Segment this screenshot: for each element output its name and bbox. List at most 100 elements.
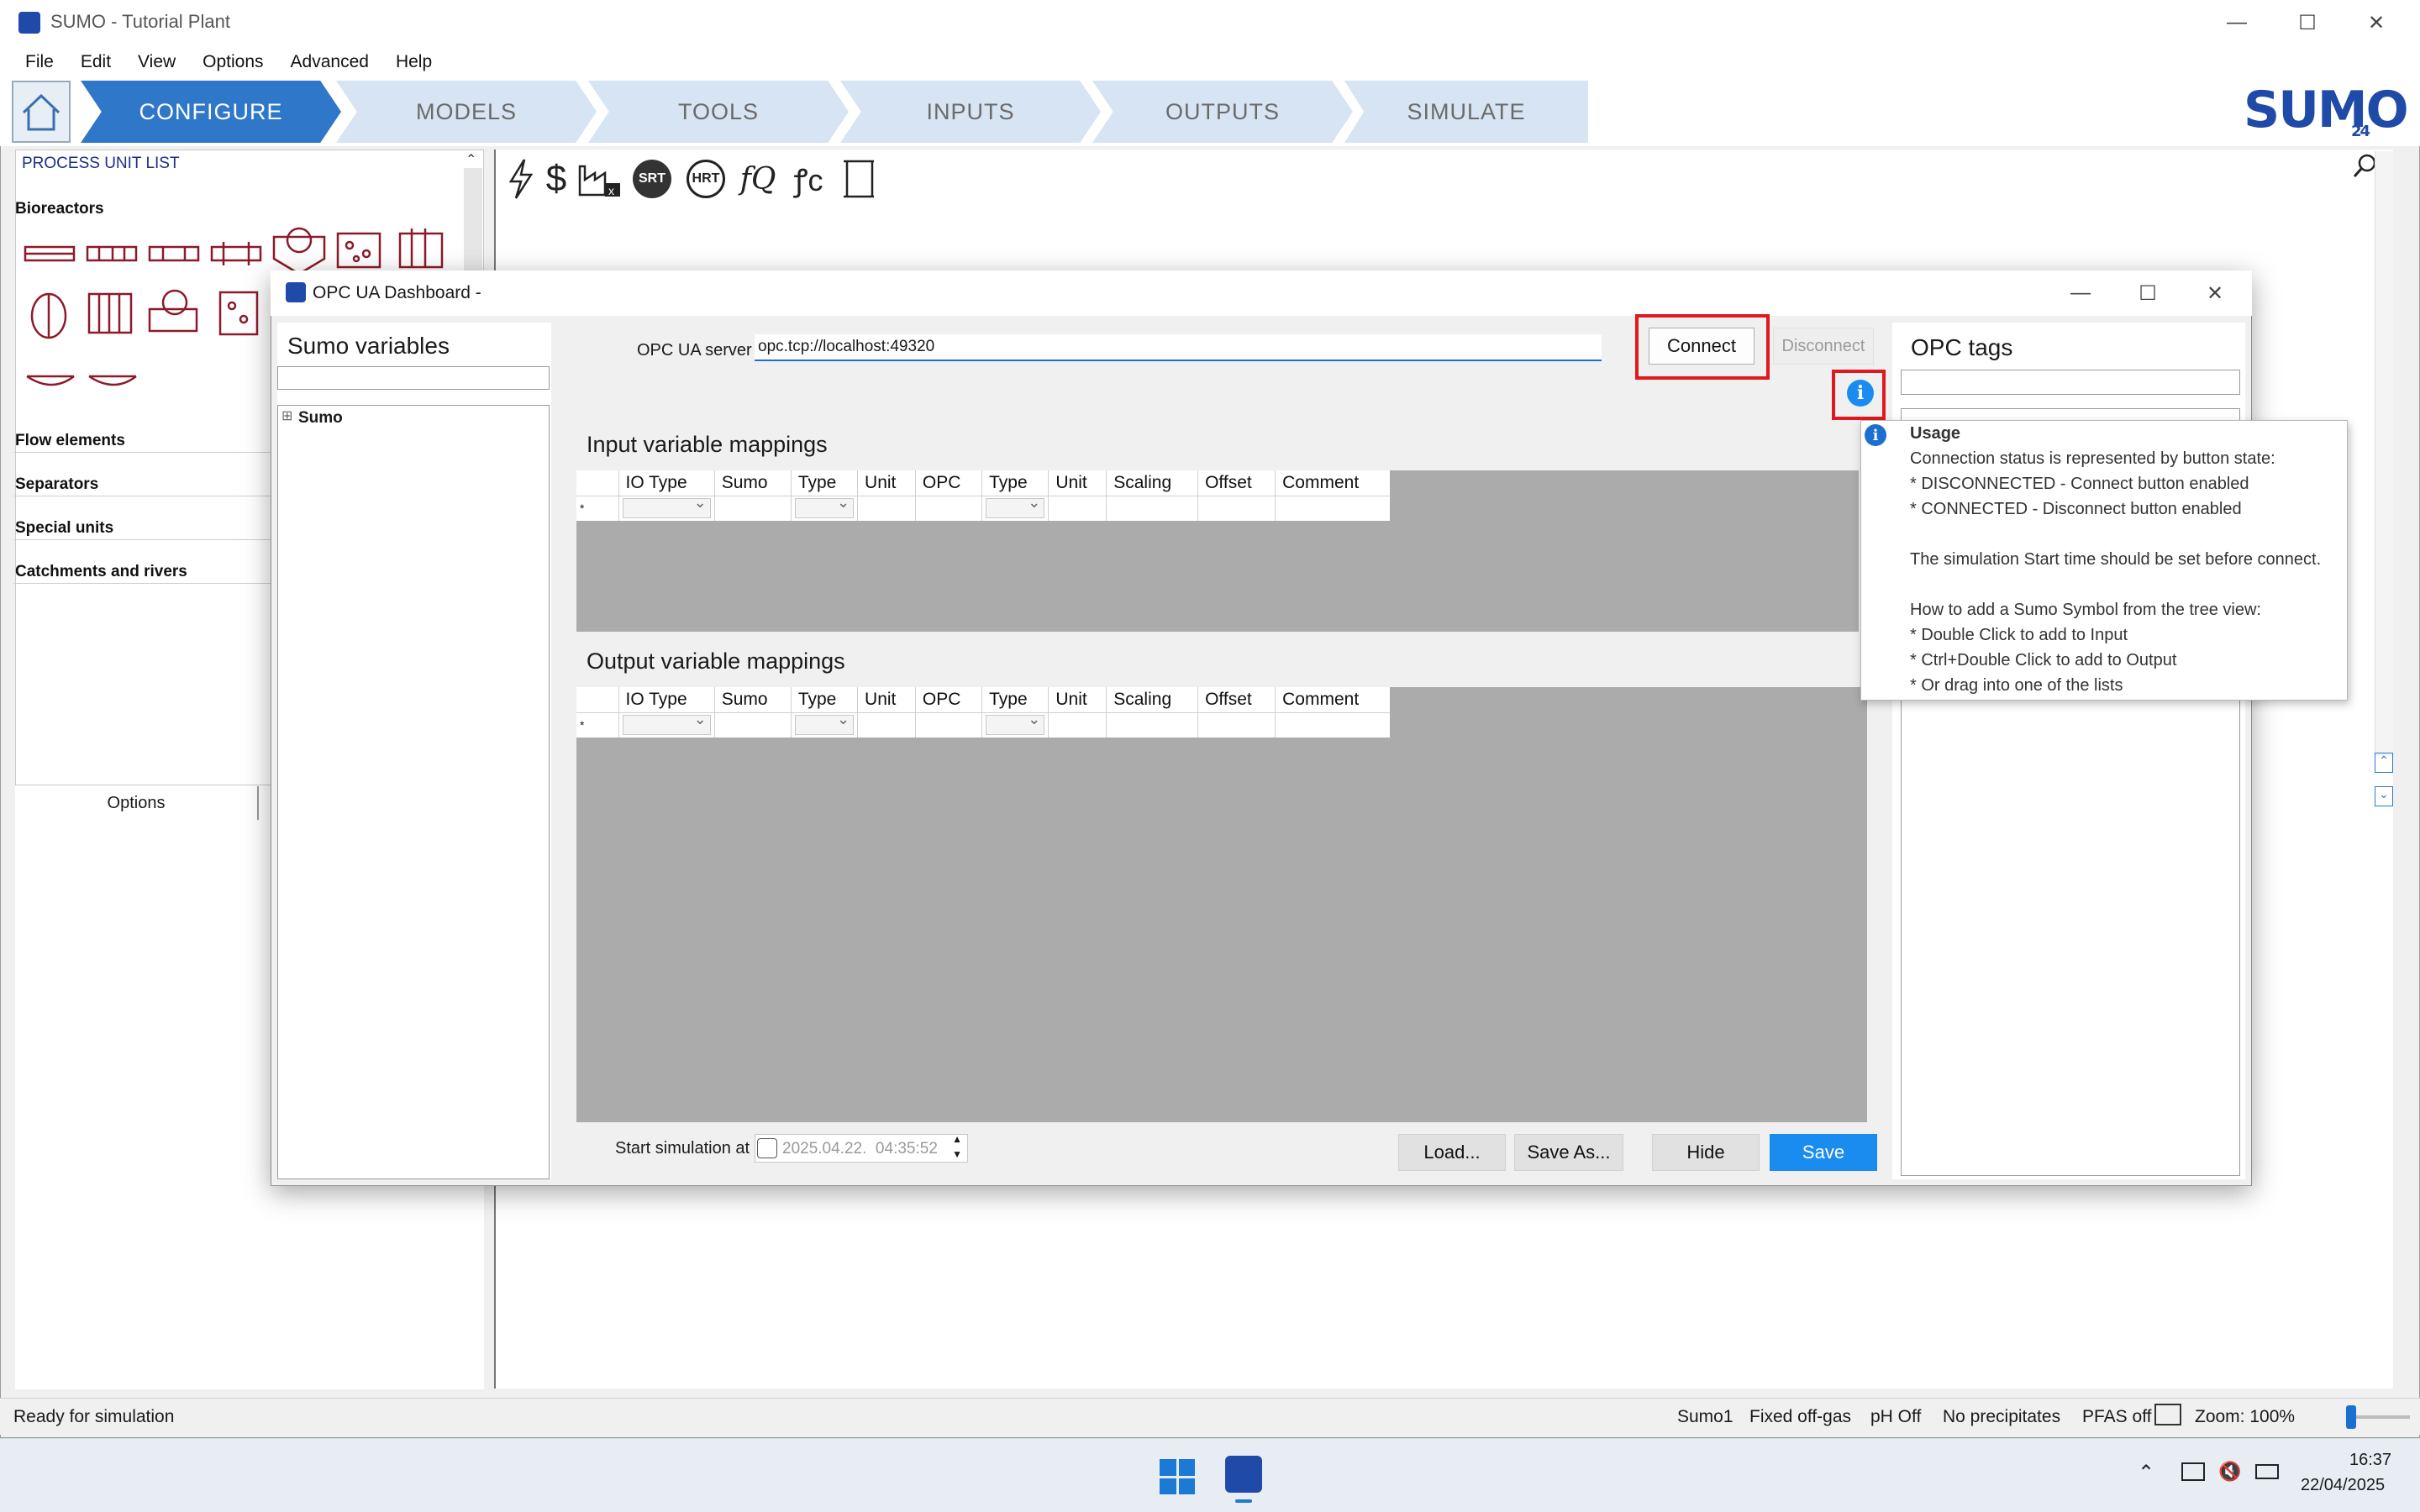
section-separators[interactable]: Separators	[15, 475, 98, 494]
clock-time[interactable]: 16:37	[2349, 1451, 2391, 1470]
col-opc[interactable]: OPC	[915, 687, 983, 713]
save-button[interactable]: Save	[1770, 1134, 1877, 1171]
col-offset[interactable]: Offset	[1197, 470, 1276, 496]
spin-down-icon[interactable]: ▼	[952, 1148, 962, 1160]
lightning-icon[interactable]	[501, 156, 541, 202]
col-unit[interactable]: Unit	[857, 470, 916, 496]
input-mappings-grid[interactable]: IO Type Sumo Type Unit OPC Type Unit Sca…	[576, 470, 1859, 632]
home-button[interactable]	[12, 81, 71, 143]
col-comment[interactable]: Comment	[1275, 687, 1390, 713]
menu-file[interactable]: File	[25, 52, 54, 72]
tab-simulate[interactable]: SIMULATE	[1344, 81, 1588, 143]
col-unit[interactable]: Unit	[857, 687, 916, 713]
type-combo[interactable]	[791, 711, 859, 738]
network-icon[interactable]	[2181, 1462, 2205, 1481]
tab-models[interactable]: MODELS	[336, 81, 597, 143]
sumo-taskbar-icon[interactable]	[1225, 1456, 1262, 1493]
close-button[interactable]: ✕	[2341, 0, 2412, 45]
opc-cell[interactable]	[915, 712, 983, 738]
load-button[interactable]: Load...	[1398, 1134, 1506, 1171]
scaling-cell[interactable]	[1106, 496, 1199, 521]
menu-options[interactable]: Options	[203, 52, 263, 72]
col-unit[interactable]: Unit	[1048, 687, 1107, 713]
col-sumo[interactable]: Sumo	[714, 687, 792, 713]
opc-tags-search[interactable]	[1901, 370, 2240, 395]
io-type-combo[interactable]	[618, 494, 715, 521]
status-ph[interactable]: pH Off	[1870, 1407, 1921, 1427]
section-special-units[interactable]: Special units	[15, 519, 113, 538]
battery-icon[interactable]	[2255, 1464, 2279, 1479]
scaling-cell[interactable]	[1106, 712, 1199, 738]
io-type-combo[interactable]	[618, 711, 715, 738]
clock-date[interactable]: 22/04/2025	[2301, 1476, 2385, 1495]
comment-cell[interactable]	[1276, 712, 1390, 738]
col-unit[interactable]: Unit	[1048, 470, 1107, 496]
sumo-tree[interactable]: ⊞ Sumo	[277, 405, 550, 1179]
spin-up-icon[interactable]: ▲	[952, 1133, 962, 1145]
zoom-slider[interactable]	[2346, 1405, 2410, 1429]
status-pfas[interactable]: PFAS off	[2082, 1407, 2152, 1427]
section-bioreactors[interactable]: Bioreactors	[15, 200, 104, 218]
info-icon[interactable]: i	[1847, 380, 1874, 407]
dialog-minimize-button[interactable]: —	[2045, 270, 2116, 316]
zoom-slider-thumb[interactable]	[2346, 1405, 2356, 1429]
col-opc[interactable]: OPC	[915, 470, 983, 496]
unit-cell[interactable]	[1048, 712, 1107, 738]
opc-cell[interactable]	[915, 496, 983, 521]
status-precipitates[interactable]: No precipitates	[1943, 1407, 2060, 1427]
disconnect-button[interactable]: Disconnect	[1773, 328, 1874, 365]
status-model[interactable]: Sumo1	[1677, 1407, 1733, 1427]
offset-cell[interactable]	[1197, 496, 1276, 521]
comment-cell[interactable]	[1276, 496, 1390, 521]
type-combo[interactable]	[981, 711, 1050, 738]
col-type[interactable]: Type	[791, 470, 859, 496]
start-enable-checkbox[interactable]	[757, 1138, 777, 1158]
unit-cell[interactable]	[1048, 496, 1107, 521]
section-catchments-rivers[interactable]: Catchments and rivers	[15, 563, 187, 581]
hrt-icon[interactable]: HRT	[686, 156, 726, 202]
col-offset[interactable]: Offset	[1197, 687, 1276, 713]
scroll-down-double-icon[interactable]: ⌄	[2375, 786, 2393, 806]
col-comment[interactable]: Comment	[1275, 470, 1390, 496]
minimize-button[interactable]: —	[2202, 0, 2272, 45]
sumo-cell[interactable]	[714, 496, 792, 521]
start-datetime-picker[interactable]: 2025.04.22. 04:35:52 ▲ ▼	[755, 1133, 968, 1163]
type-combo[interactable]	[981, 494, 1050, 521]
footprint-c-icon[interactable]: ꝭc	[788, 156, 829, 202]
maximize-button[interactable]: ☐	[2272, 0, 2343, 45]
tab-inputs[interactable]: INPUTS	[840, 81, 1101, 143]
options-tab[interactable]: Options	[15, 786, 259, 820]
dialog-maximize-button[interactable]: ☐	[2112, 270, 2183, 316]
tab-configure[interactable]: CONFIGURE	[81, 81, 341, 143]
col-type[interactable]: Type	[981, 687, 1050, 713]
dialog-close-button[interactable]: ✕	[2180, 270, 2250, 316]
collapse-chevron-icon[interactable]: ⌃	[466, 151, 476, 168]
table-row[interactable]: *	[576, 711, 1390, 738]
menu-edit[interactable]: Edit	[81, 52, 111, 72]
tab-tools[interactable]: TOOLS	[588, 81, 849, 143]
volume-muted-icon[interactable]: 🔇	[2218, 1461, 2241, 1483]
col-io-type[interactable]: IO Type	[618, 470, 715, 496]
tree-expand-icon[interactable]: ⊞	[281, 407, 292, 424]
sumo-variables-search[interactable]	[277, 366, 550, 390]
col-type[interactable]: Type	[981, 470, 1050, 496]
windows-start-icon[interactable]	[1160, 1459, 1195, 1494]
col-scaling[interactable]: Scaling	[1106, 687, 1199, 713]
type-combo[interactable]	[791, 494, 859, 521]
status-offgas[interactable]: Fixed off-gas	[1749, 1407, 1851, 1427]
srt-icon[interactable]: SRT	[632, 156, 672, 202]
fq-icon[interactable]: fQ	[738, 156, 778, 202]
tab-outputs[interactable]: OUTPUTS	[1092, 81, 1353, 143]
mail-icon[interactable]	[2154, 1404, 2181, 1425]
hide-button[interactable]: Hide	[1652, 1134, 1760, 1171]
sumo-cell[interactable]	[714, 712, 792, 738]
tree-node-sumo[interactable]: Sumo	[298, 409, 343, 428]
col-scaling[interactable]: Scaling	[1106, 470, 1199, 496]
col-type[interactable]: Type	[791, 687, 859, 713]
unit-cell[interactable]	[857, 712, 916, 738]
table-row[interactable]: *	[576, 494, 1390, 521]
menu-advanced[interactable]: Advanced	[291, 52, 369, 72]
factory-x-icon[interactable]: x	[576, 156, 623, 202]
section-flow-elements[interactable]: Flow elements	[15, 432, 125, 450]
connect-button[interactable]: Connect	[1649, 328, 1754, 365]
